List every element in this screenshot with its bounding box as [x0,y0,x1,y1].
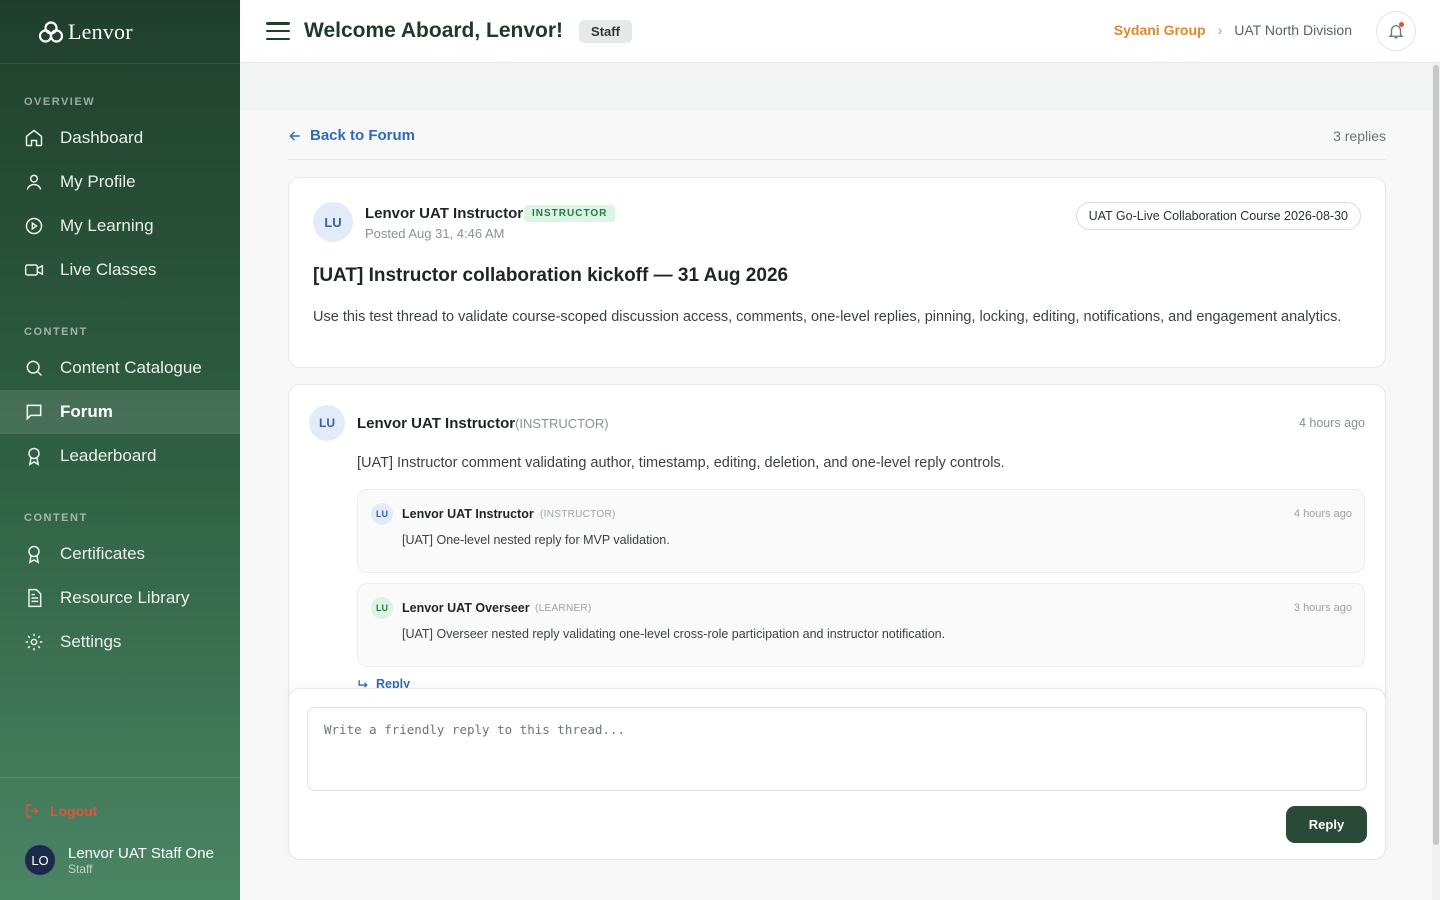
sidebar-item-label: Live Classes [60,260,157,279]
post-date: Posted Aug 31, 4:46 AM [365,226,505,241]
notification-button[interactable] [1376,11,1416,51]
breadcrumb-division: UAT North Division [1234,22,1352,38]
sidebar-item-live-classes[interactable]: Live Classes [0,248,240,292]
top-header: Welcome Aboard, Lenvor! Staff Sydani Gro… [240,0,1440,63]
back-label: Back to Forum [310,127,416,144]
sidebar-item-label: Certificates [60,544,146,563]
logout-button[interactable]: Logout [24,802,97,820]
message-icon [24,402,44,422]
reply-role: (LEARNER) [535,603,592,614]
chevron-right-icon: › [1217,22,1223,38]
divider [288,159,1386,160]
nested-reply: LU Lenvor UAT Overseer (LEARNER) 3 hours… [357,583,1365,667]
sidebar-item-my-profile[interactable]: My Profile [0,160,240,204]
user-name: Lenvor UAT Staff One [68,844,214,862]
file-icon [24,588,44,608]
reply-composer: Reply [288,688,1386,860]
thread-body: Use this test thread to validate course-… [313,309,1342,325]
post-author: Lenvor UAT Instructor [365,205,524,222]
reply-role: (INSTRUCTOR) [540,509,616,520]
comment-role: (INSTRUCTOR) [515,416,609,431]
reply-author: Lenvor UAT Instructor [402,507,534,521]
instructor-badge: INSTRUCTOR [524,205,616,222]
section-title-overview: OVERVIEW [24,96,96,108]
page-title: Welcome Aboard, Lenvor! [304,19,564,42]
sidebar-footer: Logout LO Lenvor UAT Staff One Staff [0,777,240,900]
section-title-content-2: CONTENT [24,512,88,524]
search-icon [24,358,44,378]
reply-input[interactable] [307,707,1367,791]
breadcrumb-org[interactable]: Sydani Group [1114,22,1206,38]
sidebar-item-label: Leaderboard [60,446,157,465]
user-profile[interactable]: LO Lenvor UAT Staff One Staff [24,844,214,876]
top-band [240,63,1432,111]
main-content: Back to Forum 3 replies LU Lenvor UAT In… [240,63,1432,900]
scrollbar-thumb[interactable] [1433,65,1439,845]
role-badge: Staff [579,19,632,43]
avatar: LO [24,844,56,876]
reply-button[interactable]: Reply [1286,806,1367,843]
sidebar-item-resource-library[interactable]: Resource Library [0,576,240,620]
sidebar-item-label: Forum [60,402,113,421]
sidebar-item-forum[interactable]: Forum [0,390,240,434]
comment-author: Lenvor UAT Instructor [357,415,516,432]
reply-author: Lenvor UAT Overseer [402,601,530,615]
sidebar-item-leaderboard[interactable]: Leaderboard [0,434,240,478]
play-circle-icon [24,216,44,236]
gear-icon [24,632,44,652]
reply-body: [UAT] One-level nested reply for MVP val… [402,533,670,547]
back-to-forum-link[interactable]: Back to Forum [288,127,415,144]
avatar: LU [309,405,345,441]
notification-dot [1399,22,1404,27]
video-icon [24,260,44,280]
arrow-left-icon [289,130,300,141]
sidebar-item-label: Dashboard [60,128,144,147]
thread-title: [UAT] Instructor collaboration kickoff —… [313,265,789,286]
sidebar-item-certificates[interactable]: Certificates [0,532,240,576]
section-title-content: CONTENT [24,326,88,338]
logout-label: Logout [50,803,98,819]
reply-count: 3 replies [1333,128,1386,144]
sidebar: Lenvor OVERVIEW Dashboard My Profile My … [0,0,240,900]
avatar: LU [371,597,393,619]
course-tag: UAT Go-Live Collaboration Course 2026-08… [1075,202,1361,230]
sidebar-item-label: My Profile [60,172,136,191]
reply-body: [UAT] Overseer nested reply validating o… [402,627,946,641]
sidebar-item-label: My Learning [60,216,154,235]
brand-name: Lenvor [68,18,133,44]
comment-body: [UAT] Instructor comment validating auth… [357,455,1005,471]
brand-logo[interactable]: Lenvor [0,0,240,64]
comment-time: 4 hours ago [1298,416,1365,430]
avatar: LU [371,503,393,525]
sidebar-item-label: Content Catalogue [60,358,202,377]
reply-time: 3 hours ago [1293,602,1352,614]
thread-post-card: LU Lenvor UAT Instructor INSTRUCTOR Post… [288,177,1386,368]
avatar: LU [313,202,353,242]
menu-icon[interactable] [266,22,290,40]
logout-icon [26,804,39,818]
breadcrumb: Sydani Group › UAT North Division [1114,22,1352,38]
home-icon [24,128,44,148]
award-icon [24,446,44,466]
nested-reply: LU Lenvor UAT Instructor (INSTRUCTOR) 4 … [357,489,1365,573]
award-icon [24,544,44,564]
scrollbar[interactable] [1432,63,1440,900]
user-icon [24,172,44,192]
sidebar-item-label: Settings [60,632,122,651]
reply-time: 4 hours ago [1293,508,1352,520]
lenvor-logo-icon [38,20,64,43]
user-role: Staff [68,861,93,876]
sidebar-item-label: Resource Library [60,588,190,607]
sidebar-item-my-learning[interactable]: My Learning [0,204,240,248]
sidebar-item-settings[interactable]: Settings [0,620,240,664]
sidebar-item-dashboard[interactable]: Dashboard [0,116,240,160]
sidebar-item-content-catalogue[interactable]: Content Catalogue [0,346,240,390]
